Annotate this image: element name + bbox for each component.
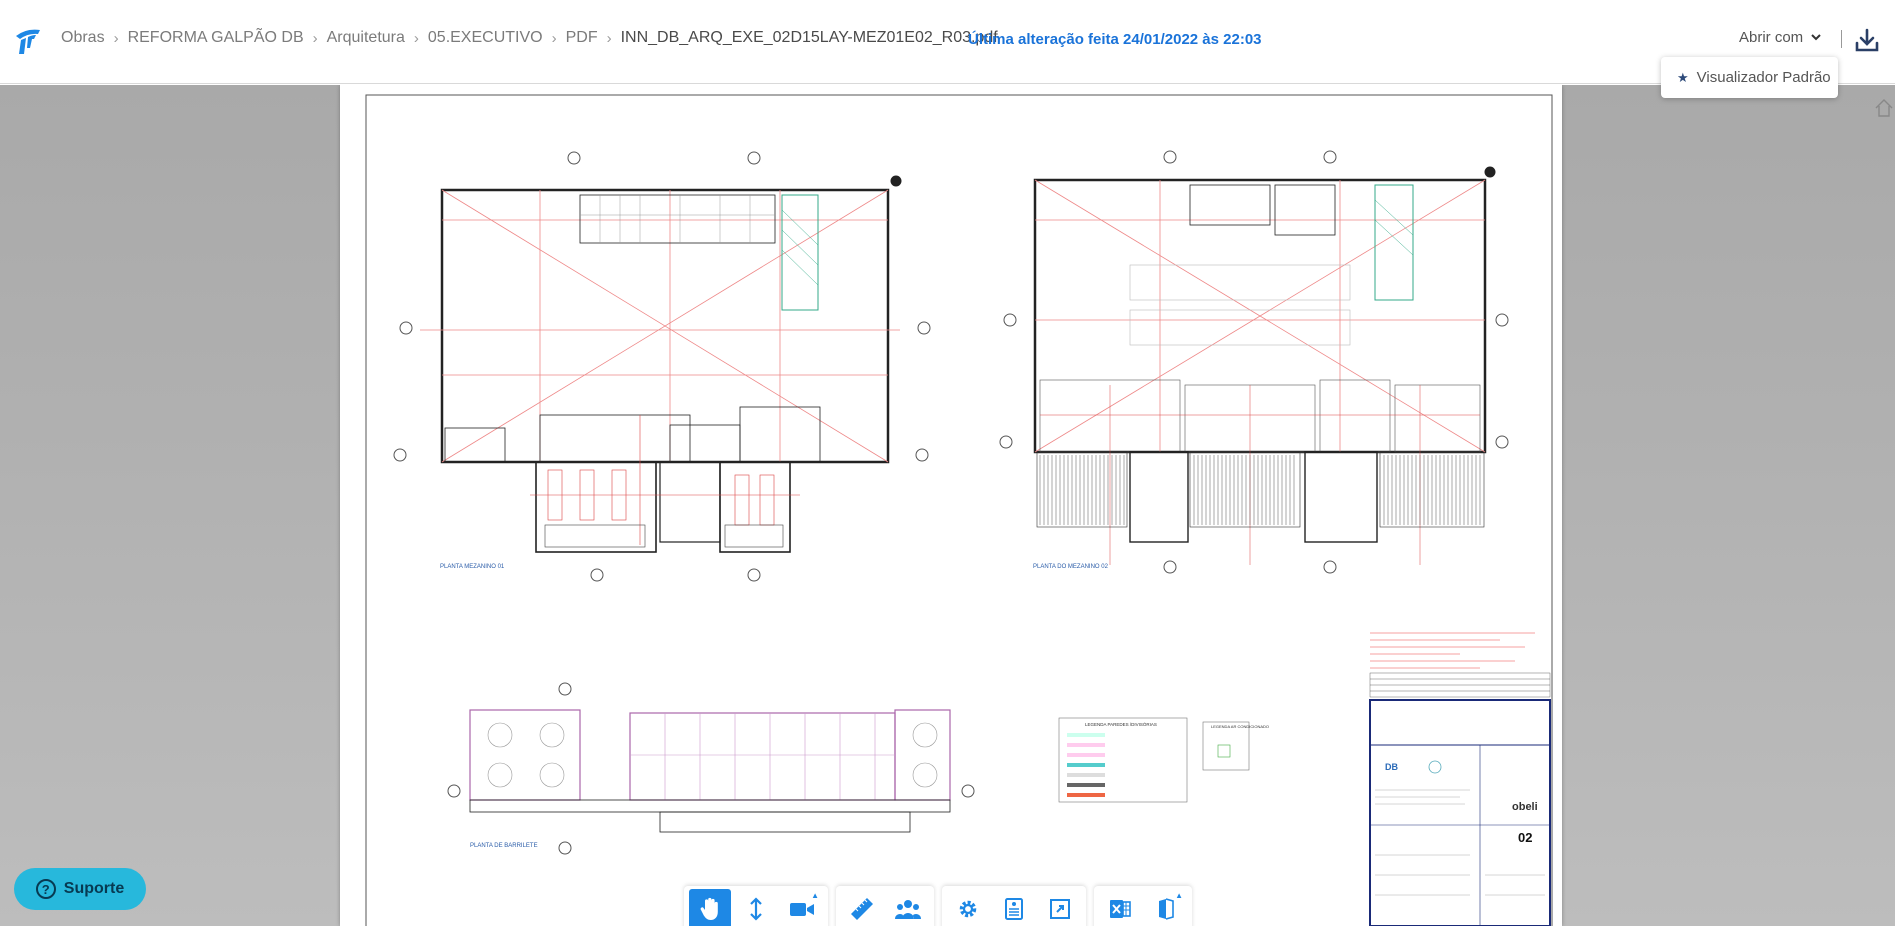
settings-button[interactable] (947, 889, 989, 926)
measure-button[interactable] (841, 889, 883, 926)
architectural-drawing: PLANTA MEZANINO 01 PLANTA DO MEZANINO 02… (365, 94, 1553, 926)
ruler-icon (851, 898, 873, 920)
export-excel-button[interactable] (1099, 889, 1141, 926)
viewer-toolbar: ▲ ▲ (684, 886, 1192, 926)
document-viewer[interactable]: PLANTA MEZANINO 01 PLANTA DO MEZANINO 02… (0, 85, 1895, 926)
excel-icon (1110, 900, 1131, 918)
video-camera-icon (790, 903, 814, 916)
plan-mezanino-01 (393, 151, 931, 582)
file-name: INN_DB_ARQ_EXE_02D15LAY-MEZ01E02_R03.pdf (620, 29, 998, 46)
divider (1841, 30, 1842, 48)
document-browser-button[interactable]: ▲ (1145, 889, 1187, 926)
toolbar-group-navigation: ▲ (684, 886, 828, 926)
model-browser-button[interactable] (887, 889, 929, 926)
plan-mezanino-02 (999, 150, 1509, 574)
vertical-arrows-icon (750, 897, 762, 921)
camera-button[interactable]: ▲ (781, 889, 823, 926)
toolbar-group-tools (836, 886, 934, 926)
breadcrumb-item-project[interactable]: REFORMA GALPÃO DB (128, 29, 304, 47)
plan2-label: PLANTA DO MEZANINO 02 (1033, 564, 1109, 570)
dropdown-item-default-viewer[interactable]: Visualizador Padrão (1697, 69, 1831, 86)
open-with-button[interactable]: Abrir com (1739, 29, 1821, 46)
support-label: Suporte (63, 880, 125, 897)
open-with-label: Abrir com (1739, 29, 1804, 46)
notes (1370, 632, 1535, 669)
pdf-page: PLANTA MEZANINO 01 PLANTA DO MEZANINO 02… (340, 85, 1562, 926)
plan1-label: PLANTA MEZANINO 01 (440, 564, 505, 570)
plan3-label: PLANTA DE BARRILETE (470, 843, 538, 849)
book-icon (1159, 898, 1174, 920)
chevron-down-icon (1811, 34, 1821, 41)
chevron-right-icon: › (113, 29, 119, 47)
support-button[interactable]: ? Suporte (14, 868, 146, 910)
svg-text:DB: DB (1385, 762, 1398, 772)
home-icon[interactable] (1873, 97, 1895, 119)
properties-button[interactable] (993, 889, 1035, 926)
legend-title: LEGENDA PAREDES /DIVISÓRIAS (1085, 721, 1157, 727)
chevron-right-icon: › (413, 29, 419, 47)
sheet-number: 02 (1518, 830, 1532, 845)
zoom-vertical-button[interactable] (735, 889, 777, 926)
chevron-right-icon: › (312, 29, 318, 47)
chevron-right-icon: › (551, 29, 557, 47)
last-modified-text[interactable]: Última alteração feita 24/01/2022 às 22:… (968, 31, 1262, 48)
breadcrumb-item-executivo[interactable]: 05.EXECUTIVO (428, 29, 543, 47)
open-with-dropdown: ★ Visualizador Padrão (1661, 57, 1838, 98)
hand-icon (700, 897, 718, 920)
breadcrumb-item-obras[interactable]: Obras (61, 29, 105, 47)
title-block-brand: obeli (1512, 801, 1538, 813)
top-bar: Obras › REFORMA GALPÃO DB › Arquitetura … (0, 0, 1895, 84)
plan-barrilete (447, 682, 975, 855)
fullscreen-icon (1050, 899, 1070, 919)
breadcrumb-item-arquitetura[interactable]: Arquitetura (327, 29, 405, 47)
title-block: DB obeli 02 (1369, 699, 1551, 926)
caret-up-icon: ▲ (1175, 891, 1183, 900)
breadcrumb-item-pdf[interactable]: PDF (566, 29, 598, 47)
legend2-title: LEGENDA AR CONDICIONADO (1211, 724, 1269, 729)
fullscreen-button[interactable] (1039, 889, 1081, 926)
gear-icon (959, 900, 977, 918)
caret-up-icon: ▲ (811, 891, 819, 900)
help-icon: ? (35, 879, 56, 899)
legend-ac: LEGENDA AR CONDICIONADO (1202, 721, 1269, 771)
people-icon (895, 900, 921, 919)
pan-tool-button[interactable] (689, 889, 731, 926)
toolbar-group-export: ▲ (1094, 886, 1192, 926)
properties-icon (1005, 898, 1023, 920)
star-icon: ★ (1677, 69, 1689, 85)
legend-walls: LEGENDA PAREDES /DIVISÓRIAS (1058, 717, 1188, 803)
toolbar-group-settings (942, 886, 1086, 926)
app-logo-icon[interactable] (12, 26, 42, 56)
download-icon[interactable] (1854, 27, 1880, 53)
revision-table (1369, 672, 1551, 698)
chevron-right-icon: › (606, 29, 612, 47)
breadcrumb: Obras › REFORMA GALPÃO DB › Arquitetura … (61, 29, 998, 47)
